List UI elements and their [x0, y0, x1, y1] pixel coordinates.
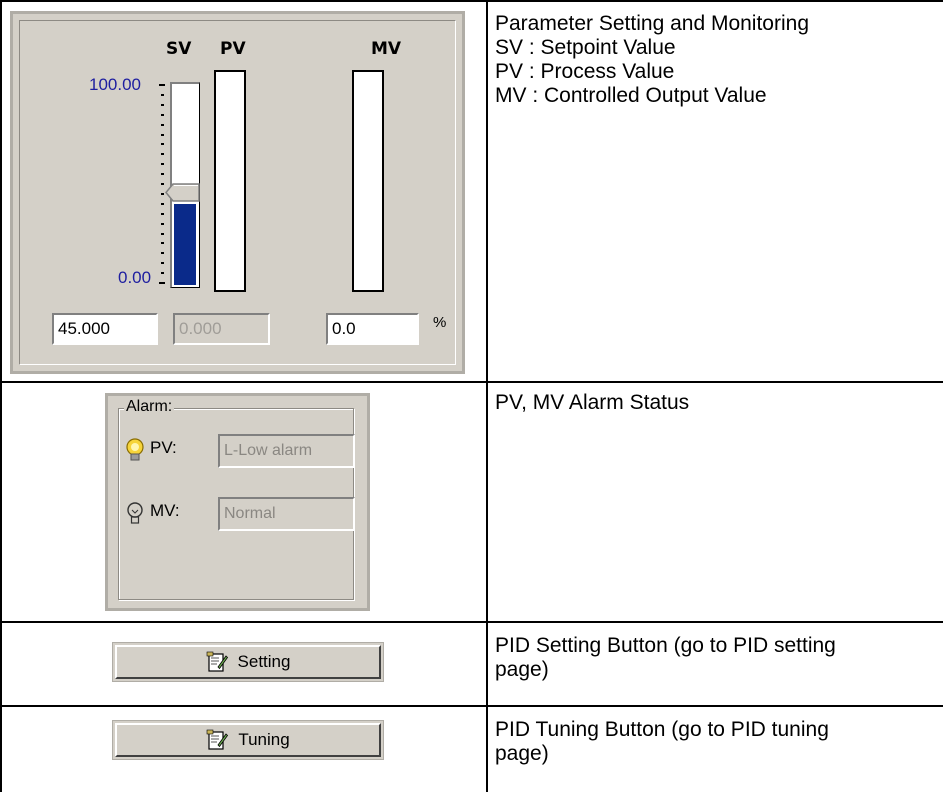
scale-tick [161, 192, 164, 195]
description-table: Parameter Setting and Monitoring SV : Se… [0, 0, 943, 792]
row-2-description: PV, MV Alarm Status [495, 391, 689, 415]
sv-level-fill [174, 204, 196, 285]
scale-tick [161, 153, 164, 156]
scale-tick [161, 232, 164, 235]
percent-unit: % [433, 314, 447, 331]
scale-max-label: 100.00 [89, 75, 141, 94]
pv-bar [214, 70, 246, 292]
row-3-description: PID Setting Button (go to PID setting pa… [495, 634, 836, 682]
tuning-label: Tuning [238, 730, 290, 749]
mv-alarm-status: Normal [218, 497, 355, 531]
bulb-off-icon [127, 502, 143, 524]
row-1-description: Parameter Setting and Monitoring SV : Se… [495, 12, 809, 108]
document-edit-icon [206, 651, 228, 672]
scale-tick [161, 242, 164, 245]
button-face: Setting [115, 645, 381, 679]
scale-min-label: 0.00 [118, 268, 152, 287]
bulb-lit-icon [126, 438, 144, 461]
pv-header: PV [220, 39, 246, 59]
scale-tick [161, 103, 164, 106]
pid-tuning-button[interactable]: Tuning [112, 720, 384, 760]
description-line: PV, MV Alarm Status [495, 391, 690, 414]
scale-tick [161, 173, 164, 176]
scale-tick [159, 84, 165, 86]
scale-tick [161, 163, 164, 166]
row-divider [0, 381, 943, 383]
description-line: PV : Process Value [495, 60, 675, 83]
row-divider [0, 705, 943, 707]
mv-alarm-label: MV: [150, 501, 180, 520]
scale-tick [161, 262, 164, 265]
description-line: page) [495, 658, 549, 681]
scale-tick [161, 123, 164, 126]
description-line: SV : Setpoint Value [495, 36, 676, 59]
scale-tick [161, 183, 164, 185]
pid-setting-button[interactable]: Setting [112, 642, 384, 682]
table-border-left [0, 0, 2, 792]
description-line: Parameter Setting and Monitoring [495, 12, 810, 35]
scale-tick [161, 272, 164, 275]
sv-slider-thumb[interactable] [165, 183, 201, 203]
mv-header: MV [371, 39, 402, 59]
alarm-group-label: Alarm: [124, 398, 175, 416]
pv-alarm-label: PV: [150, 438, 177, 457]
alarm-panel: Alarm: PV: L-Low alarm MV: Normal [105, 393, 370, 611]
pv-alarm-status: L-Low alarm [218, 434, 355, 468]
scale-tick [161, 252, 164, 255]
row-4-description: PID Tuning Button (go to PID tuning page… [495, 718, 829, 766]
description-line: PID Tuning Button (go to PID tuning [495, 718, 829, 741]
table-border-top [0, 0, 943, 2]
sv-header: SV [166, 39, 192, 59]
scale-tick [161, 222, 164, 225]
scale-tick [161, 143, 164, 146]
description-line: PID Setting Button (go to PID setting [495, 634, 836, 657]
scale-tick [161, 93, 164, 96]
scale-tick [161, 133, 164, 136]
sv-input[interactable]: 45.000 [52, 313, 158, 345]
setting-label: Setting [237, 652, 291, 671]
description-line: MV : Controlled Output Value [495, 84, 767, 107]
scale-tick [159, 282, 165, 284]
scale-tick [161, 202, 164, 205]
sv-pv-mv-panel: SV PV MV 100.00 0.00 45.000 0.000 0.0 % [10, 11, 465, 374]
pv-readout: 0.000 [173, 313, 270, 345]
mv-input[interactable]: 0.0 [326, 313, 419, 345]
document-edit-icon [207, 729, 229, 750]
scale-tick [161, 212, 164, 215]
scale-tick [161, 113, 164, 116]
mv-bar [352, 70, 384, 292]
row-divider [0, 621, 943, 623]
column-divider [486, 0, 488, 792]
button-face: Tuning [115, 723, 381, 757]
description-line: page) [495, 742, 549, 765]
